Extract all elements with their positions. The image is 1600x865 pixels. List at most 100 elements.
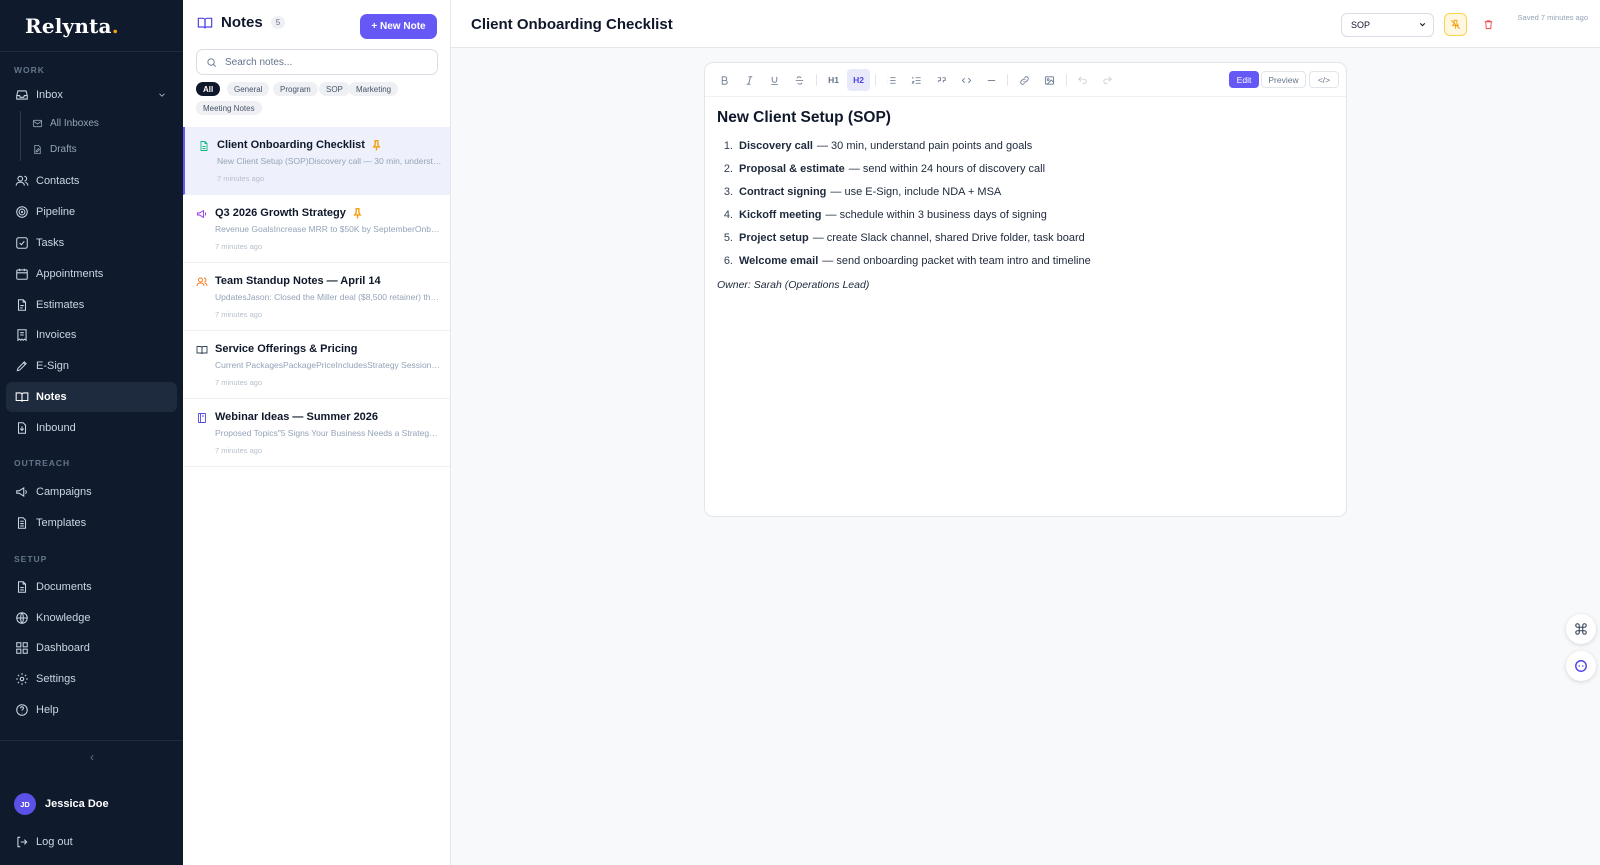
book-open-icon (196, 346, 208, 355)
sidebar-item-all-inboxes[interactable]: All Inboxes (32, 112, 172, 134)
sidebar-item-campaigns[interactable]: Campaigns (6, 477, 177, 507)
code-button[interactable] (955, 69, 978, 91)
logout-icon (17, 836, 28, 848)
note-list-item[interactable]: Webinar Ideas — Summer 2026 Proposed Top… (183, 399, 450, 467)
bold-icon (721, 75, 728, 85)
draft-icon (34, 144, 41, 154)
heading-1-button[interactable]: H1 (822, 69, 845, 91)
brand-logo[interactable]: Relynta. (0, 0, 183, 52)
notes-list-panel: Notes 5 + New Note All General Program S… (183, 0, 451, 865)
bold-button[interactable] (713, 69, 736, 91)
sidebar-item-drafts[interactable]: Drafts (32, 138, 172, 160)
heading-2-button[interactable]: H2 (847, 69, 870, 91)
sidebar-item-inbound[interactable]: Inbound (6, 413, 177, 443)
owner-line: Owner: Sarah (Operations Lead) (717, 279, 870, 291)
horizontal-rule-button[interactable] (980, 69, 1003, 91)
sidebar-item-esign[interactable]: E-Sign (6, 351, 177, 381)
page-title[interactable]: Client Onboarding Checklist (471, 16, 673, 33)
underline-icon (771, 76, 778, 85)
submenu-line (20, 111, 21, 161)
notebook-icon (198, 413, 206, 423)
link-button[interactable] (1013, 69, 1036, 91)
note-list-item[interactable]: Team Standup Notes — April 14 UpdatesJas… (183, 263, 450, 331)
delete-button[interactable] (1477, 13, 1500, 36)
sidebar-item-settings[interactable]: Settings (6, 664, 177, 694)
sidebar-item-inbox[interactable]: Inbox (6, 80, 177, 110)
underline-button[interactable] (763, 69, 786, 91)
search-input[interactable] (225, 56, 425, 68)
toolbar-divider (875, 74, 876, 86)
note-preview: Current PackagesPackagePriceIncludesStra… (215, 360, 440, 370)
assistant-button[interactable] (1566, 651, 1596, 681)
collapse-sidebar-button[interactable]: ‹ (85, 750, 99, 764)
user-profile[interactable]: JD Jessica Doe (14, 793, 109, 815)
preview-mode-button[interactable]: Preview (1261, 71, 1306, 88)
source-mode-button[interactable]: </> (1309, 71, 1339, 88)
undo-icon (1078, 76, 1087, 84)
sidebar-item-knowledge[interactable]: Knowledge (6, 603, 177, 633)
notes-count-badge: 5 (270, 16, 286, 29)
user-name: Jessica Doe (45, 798, 109, 810)
sidebar-item-appointments[interactable]: Appointments (6, 259, 177, 289)
note-list-item[interactable]: Q3 2026 Growth Strategy Revenue GoalsInc… (183, 195, 450, 263)
checklist: 1. Discovery call — 30 min, understand pai… (717, 140, 1332, 278)
search-icon (207, 57, 216, 67)
toolbar-divider (1066, 74, 1067, 86)
list-item: 3. Contract signing — use E-Sign, include … (723, 186, 1002, 198)
filter-chip-program[interactable]: Program (273, 82, 318, 96)
sidebar-item-dashboard[interactable]: Dashboard (6, 633, 177, 663)
filter-chip-all[interactable]: All (196, 82, 221, 96)
sidebar-item-contacts[interactable]: Contacts (6, 166, 177, 196)
mail-icon (32, 119, 43, 127)
note-list-item[interactable]: Client Onboarding Checklist New Client S… (183, 127, 450, 195)
editor-content[interactable]: New Client Setup (SOP) 1. Discovery call —… (717, 109, 1332, 291)
sidebar-item-templates[interactable]: Templates (6, 508, 177, 538)
inbox-icon (16, 90, 28, 100)
category-select[interactable]: SOP (1341, 13, 1434, 37)
note-timestamp: 7 minutes ago (215, 378, 263, 387)
section-label-outreach: OUTREACH (14, 458, 71, 468)
sidebar-item-tasks[interactable]: Tasks (6, 228, 177, 258)
sidebar-item-invoices[interactable]: Invoices (6, 320, 177, 350)
receipt-icon (17, 329, 27, 342)
redo-button[interactable] (1096, 69, 1119, 91)
undo-button[interactable] (1071, 69, 1094, 91)
edit-mode-button[interactable]: Edit (1229, 71, 1259, 88)
note-list-item[interactable]: Service Offerings & Pricing Current Pack… (183, 331, 450, 399)
note-title: Webinar Ideas — Summer 2026 (215, 411, 379, 423)
template-icon (17, 517, 27, 529)
chevron-down-icon[interactable] (157, 90, 167, 100)
quote-button[interactable] (930, 69, 953, 91)
sidebar-item-pipeline[interactable]: Pipeline (6, 197, 177, 227)
image-icon (1044, 75, 1055, 85)
logout-button[interactable]: Log out (6, 827, 177, 857)
filter-chip-sop[interactable]: SOP (319, 82, 350, 96)
unpin-button[interactable] (1444, 13, 1467, 36)
list-item: 4. Kickoff meeting — schedule within 3 bus… (723, 209, 1047, 221)
book-open-icon (197, 17, 213, 28)
filter-chip-marketing[interactable]: Marketing (349, 82, 399, 96)
filter-chip-meeting-notes[interactable]: Meeting Notes (196, 101, 262, 115)
toolbar-divider (816, 74, 817, 86)
quote-icon (937, 76, 946, 82)
italic-button[interactable] (738, 69, 761, 91)
sidebar-item-notes[interactable]: Notes (6, 382, 177, 412)
ordered-list-button[interactable] (905, 69, 928, 91)
globe-icon (16, 612, 28, 624)
editor-header: Client Onboarding Checklist SOP Saved 7 … (451, 0, 1600, 48)
new-note-button[interactable]: + New Note (360, 14, 437, 39)
list-item: 6. Welcome email — send onboarding packet … (723, 255, 1091, 267)
sidebar-item-help[interactable]: Help (6, 695, 177, 725)
sidebar-item-estimates[interactable]: Estimates (6, 290, 177, 320)
bullet-list-button[interactable] (880, 69, 903, 91)
command-palette-button[interactable] (1566, 614, 1596, 644)
filter-chip-general[interactable]: General (227, 82, 270, 96)
strikethrough-button[interactable] (788, 69, 811, 91)
image-button[interactable] (1038, 69, 1061, 91)
strikethrough-icon (795, 75, 804, 85)
document-icon (17, 581, 27, 593)
book-open-icon (15, 392, 29, 402)
notes-header: Notes 5 (197, 14, 286, 31)
sidebar-item-documents[interactable]: Documents (6, 572, 177, 602)
note-editor: H1 H2 Edit Preview </> New Client Setup … (704, 62, 1347, 517)
